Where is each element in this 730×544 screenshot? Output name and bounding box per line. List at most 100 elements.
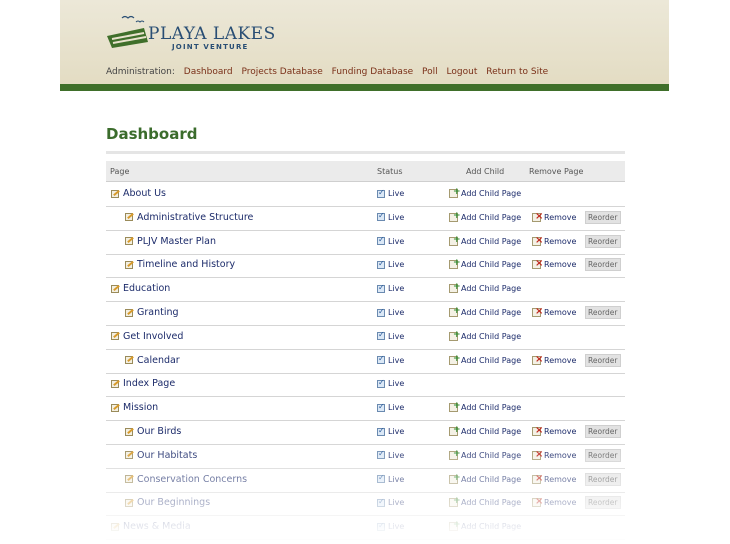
header-divider	[60, 84, 669, 91]
status-toggle[interactable]: Live	[377, 426, 404, 436]
add-child-label: Add Child Page	[461, 450, 522, 460]
reorder-button[interactable]: Reorder	[585, 472, 621, 486]
status-toggle[interactable]: Live	[377, 378, 404, 388]
nav-poll[interactable]: Poll	[422, 67, 438, 77]
add-child-page-link[interactable]: Add Child Page	[449, 235, 522, 246]
page-link[interactable]: Mission	[110, 402, 158, 413]
nav-funding-database[interactable]: Funding Database	[332, 67, 414, 77]
add-child-label: Add Child Page	[461, 427, 522, 436]
page-link[interactable]: Our Habitats	[124, 450, 197, 461]
page-link[interactable]: PLJV Master Plan	[124, 236, 216, 247]
add-child-page-link[interactable]: Add Child Page	[449, 282, 521, 294]
edit-pencil-icon[interactable]	[124, 260, 134, 270]
reorder-button[interactable]: Reorder	[585, 258, 621, 272]
remove-icon	[532, 306, 543, 317]
remove-page-link[interactable]: Remove	[532, 235, 576, 246]
add-child-page-link[interactable]: Add Child Page	[449, 449, 522, 460]
reorder-button[interactable]: Reorder	[585, 234, 621, 248]
edit-pencil-icon[interactable]	[124, 498, 134, 508]
edit-pencil-icon[interactable]	[110, 403, 120, 413]
add-child-page-link[interactable]: Add Child Page	[449, 330, 521, 341]
nav-projects-database[interactable]: Projects Database	[241, 67, 322, 77]
remove-page-link[interactable]: Remove	[532, 449, 576, 460]
reorder-button[interactable]: Reorder	[585, 210, 621, 224]
page-link[interactable]: Timeline and History	[124, 259, 235, 270]
add-child-page-link[interactable]: Add Child Page	[449, 354, 521, 365]
status-toggle[interactable]: Live	[377, 259, 404, 269]
edit-pencil-icon[interactable]	[110, 379, 120, 389]
nav-logout[interactable]: Logout	[447, 67, 478, 77]
edit-pencil-icon[interactable]	[110, 522, 120, 532]
remove-page-link[interactable]: Remove	[532, 425, 576, 436]
reorder-button[interactable]: Reorder	[585, 306, 621, 319]
edit-pencil-icon[interactable]	[124, 427, 134, 437]
add-child-label: Add Child Page	[461, 236, 522, 246]
page-link[interactable]: Administrative Structure	[124, 212, 253, 223]
remove-page-link[interactable]: Remove	[532, 354, 576, 365]
edit-pencil-icon[interactable]	[124, 236, 134, 246]
page-link[interactable]: News & Media	[110, 521, 191, 532]
reorder-button[interactable]: Reorder	[585, 448, 621, 462]
nav-dashboard[interactable]: Dashboard	[184, 67, 233, 77]
status-toggle[interactable]: Live	[377, 188, 404, 198]
page-link[interactable]: About Us	[110, 188, 166, 199]
add-child-page-link[interactable]: Add Child Page	[449, 473, 521, 484]
reorder-button[interactable]: Reorder	[585, 425, 621, 438]
page-name: Conservation Concerns	[137, 473, 248, 485]
remove-page-link[interactable]: Remove	[532, 211, 577, 222]
add-child-label: Add Child Page	[461, 212, 522, 222]
status-toggle[interactable]: Live	[377, 307, 404, 317]
reorder-button[interactable]: Reorder	[585, 353, 621, 367]
page-link[interactable]: Granting	[124, 307, 179, 318]
edit-pencil-icon[interactable]	[124, 474, 134, 484]
remove-page-link[interactable]: Remove	[532, 496, 576, 508]
reorder-button[interactable]: Reorder	[585, 496, 621, 510]
status-toggle[interactable]: Live	[377, 330, 404, 341]
edit-pencil-icon[interactable]	[110, 331, 120, 341]
edit-pencil-icon[interactable]	[110, 189, 120, 199]
page-name: Mission	[123, 402, 159, 414]
edit-pencil-icon[interactable]	[124, 308, 134, 318]
status-toggle[interactable]: Live	[377, 449, 404, 460]
page-link[interactable]: Education	[110, 283, 170, 294]
status-toggle[interactable]: Live	[377, 521, 404, 531]
edit-pencil-icon[interactable]	[124, 212, 134, 222]
remove-icon	[532, 354, 543, 365]
page-name: Education	[123, 283, 171, 295]
checkbox-icon	[377, 473, 385, 484]
add-child-page-link[interactable]: Add Child Page	[449, 496, 521, 508]
page-link[interactable]: Calendar	[124, 355, 180, 366]
add-child-page-link[interactable]: Add Child Page	[449, 258, 521, 270]
page-link[interactable]: Index Page	[110, 378, 175, 389]
table-row: Administrative Structure Live Add Child …	[106, 206, 625, 231]
add-child-page-link[interactable]: Add Child Page	[449, 306, 521, 317]
add-child-page-link[interactable]: Add Child Page	[449, 401, 521, 413]
status-toggle[interactable]: Live	[377, 283, 404, 293]
status-toggle[interactable]: Live	[377, 497, 404, 507]
edit-pencil-icon[interactable]	[110, 284, 120, 294]
status-toggle[interactable]: Live	[377, 235, 404, 246]
edit-pencil-icon[interactable]	[124, 450, 134, 460]
add-child-page-link[interactable]: Add Child Page	[449, 425, 522, 436]
page-link[interactable]: Get Involved	[110, 331, 183, 342]
status-label: Live	[388, 212, 405, 222]
remove-label: Remove	[544, 212, 577, 222]
checkbox-icon	[377, 211, 385, 222]
status-toggle[interactable]: Live	[377, 211, 405, 222]
add-child-page-link[interactable]: Add Child Page	[449, 187, 521, 198]
remove-page-link[interactable]: Remove	[532, 306, 576, 317]
add-child-page-link[interactable]: Add Child Page	[449, 520, 521, 532]
remove-page-link[interactable]: Remove	[532, 258, 576, 270]
remove-page-link[interactable]: Remove	[532, 473, 576, 484]
status-toggle[interactable]: Live	[377, 354, 404, 365]
page-link[interactable]: Conservation Concerns	[124, 474, 247, 485]
page-link[interactable]: Our Birds	[124, 426, 181, 437]
page-link[interactable]: Our Beginnings	[124, 497, 210, 508]
nav-return-to-site[interactable]: Return to Site	[486, 67, 548, 77]
status-toggle[interactable]: Live	[377, 402, 404, 412]
page-name: Our Birds	[137, 426, 182, 437]
status-toggle[interactable]: Live	[377, 473, 404, 484]
edit-pencil-icon[interactable]	[124, 355, 134, 365]
add-child-page-link[interactable]: Add Child Page	[449, 211, 522, 222]
page-name: Timeline and History	[137, 259, 236, 271]
